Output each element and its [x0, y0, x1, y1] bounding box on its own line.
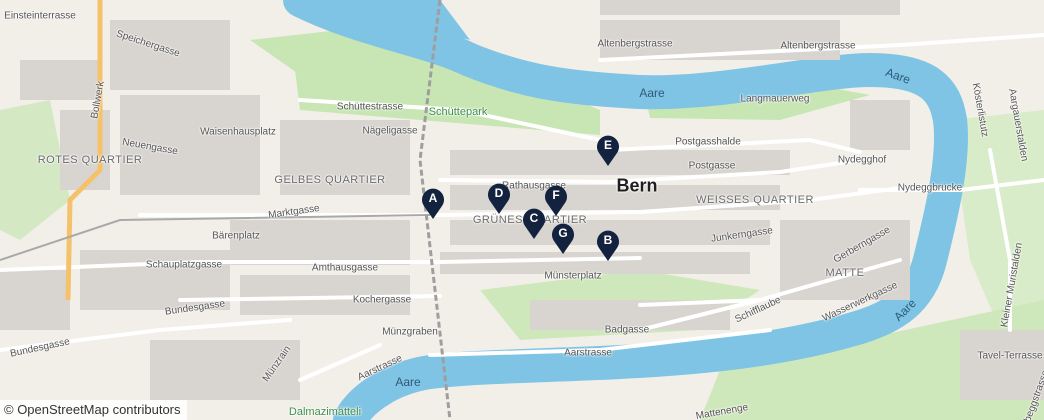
- park-label: Schüttepark: [428, 106, 488, 118]
- street-label: Kochergasse: [352, 294, 412, 306]
- park-label: Dalmazimätteli: [288, 406, 362, 418]
- marker-label: F: [552, 188, 560, 202]
- quarter-label-matte: MATTE: [825, 267, 865, 279]
- street-label: Amthausgasse: [311, 262, 379, 274]
- quarter-label-rotes: ROTES QUARTIER: [37, 154, 143, 166]
- attribution-text: © OpenStreetMap contributors: [4, 402, 181, 417]
- street-label: Nägeligasse: [362, 125, 418, 137]
- street-label: Nydeggbrücke: [897, 182, 963, 194]
- street-label: Badgasse: [604, 324, 650, 336]
- map-marker-b[interactable]: B: [595, 228, 621, 262]
- marker-label: A: [428, 191, 438, 205]
- street-label: Bärenplatz: [212, 230, 260, 242]
- map-attribution[interactable]: © OpenStreetMap contributors: [0, 400, 187, 420]
- street-label: Münzgraben: [382, 326, 438, 338]
- river-label: Aare: [639, 86, 665, 100]
- map-marker-e[interactable]: E: [595, 133, 621, 167]
- marker-label: D: [494, 186, 504, 200]
- map-marker-d[interactable]: D: [486, 181, 512, 215]
- street-label: Langmauerweg: [740, 93, 810, 105]
- quarter-label-gelbes: GELBES QUARTIER: [274, 174, 386, 186]
- street-label: Münsterplatz: [544, 270, 602, 282]
- street-label: Altenbergstrasse: [597, 38, 673, 50]
- street-label: Nydegghof: [837, 154, 887, 166]
- street-label: Einsteinterrasse: [4, 10, 76, 22]
- street-label: Aarstrasse: [564, 347, 612, 359]
- map-marker-a[interactable]: A: [420, 186, 446, 220]
- river-label: Aare: [395, 375, 421, 389]
- marker-label: G: [558, 226, 568, 240]
- street-label: Tavel-Terrasse: [977, 350, 1043, 362]
- street-label: Postgasshalde: [675, 136, 741, 148]
- street-label: Schauplatzgasse: [145, 259, 223, 271]
- map-canvas[interactable]: ROTES QUARTIER GELBES QUARTIER GRÜNES QU…: [0, 0, 1044, 420]
- street-label: Schüttestrasse: [336, 101, 404, 113]
- street-label: Waisenhausplatz: [200, 126, 276, 138]
- street-label: Postgasse: [688, 160, 736, 172]
- quarter-label-weisses: WEISSES QUARTIER: [696, 194, 814, 206]
- marker-label: B: [603, 233, 613, 247]
- marker-label: E: [603, 138, 612, 152]
- street-label: Altenbergstrasse: [780, 40, 856, 52]
- city-label: Bern: [616, 175, 658, 196]
- map-marker-f[interactable]: F: [543, 183, 569, 217]
- map-marker-g[interactable]: G: [550, 221, 576, 255]
